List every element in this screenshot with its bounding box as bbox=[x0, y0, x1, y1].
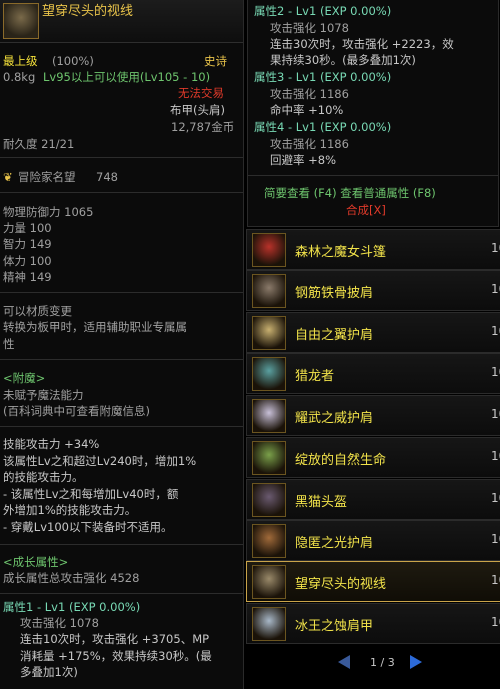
list-item-label: 森林之魔女斗篷 bbox=[295, 245, 387, 260]
item-price: 12,787金币 bbox=[171, 120, 235, 134]
prev-page-icon[interactable] bbox=[338, 655, 350, 669]
next-page-icon[interactable] bbox=[410, 655, 422, 669]
attr2-title: 属性2 - Lv1 (EXP 0.00%) bbox=[254, 4, 392, 18]
item-weight: 0.8kg bbox=[3, 70, 36, 84]
list-item-level: 10 bbox=[491, 407, 500, 421]
skill-line: 该属性Lv之和超过Lv240时，增加1% bbox=[3, 454, 197, 468]
list-item-level: 10 bbox=[491, 615, 500, 629]
list-item[interactable]: 隐匿之光护肩 10 bbox=[246, 520, 500, 561]
list-item-level: 10 bbox=[491, 573, 500, 587]
fame-icon: ❦ bbox=[3, 170, 13, 184]
item-icon bbox=[3, 3, 39, 39]
growth-header: <成长属性> bbox=[3, 555, 69, 569]
item-grade: 最上级 bbox=[3, 54, 38, 68]
list-item[interactable]: 望穿尽头的视线 10 bbox=[246, 561, 500, 602]
glory-shoulder-icon bbox=[252, 399, 286, 433]
list-item-level: 10 bbox=[491, 532, 500, 546]
stat-line: 物理防御力 1065 bbox=[3, 205, 94, 219]
durability: 耐久度 21/21 bbox=[3, 137, 75, 151]
pager: 1 / 3 bbox=[336, 655, 426, 671]
attr3-title: 属性3 - Lv1 (EXP 0.00%) bbox=[254, 70, 392, 84]
tooltip-header: 望穿尽头的视线 bbox=[0, 0, 243, 43]
attr3-line: 命中率 +10% bbox=[270, 103, 344, 117]
list-item-level: 10 bbox=[491, 282, 500, 296]
list-item-level: 10 bbox=[491, 324, 500, 338]
list-item[interactable]: 黑猫头盔 10 bbox=[246, 479, 500, 520]
ice-king-shoulder-icon bbox=[252, 607, 286, 641]
stat-line: 精神 149 bbox=[3, 270, 52, 284]
enchant-line: 未赋予魔法能力 bbox=[3, 388, 84, 402]
trade-status: 无法交易 bbox=[178, 86, 224, 100]
attr4-title: 属性4 - Lv1 (EXP 0.00%) bbox=[254, 120, 392, 134]
skill-line: 技能攻击力 +34% bbox=[3, 437, 100, 451]
attr2-line: 攻击强化 1078 bbox=[270, 21, 349, 35]
list-item[interactable]: 森林之魔女斗篷 10 bbox=[246, 229, 500, 270]
growth-total: 成长属性总攻击强化 4528 bbox=[3, 571, 140, 585]
list-item-level: 10 bbox=[491, 449, 500, 463]
nature-bloom-icon bbox=[252, 441, 286, 475]
red-cloak-icon bbox=[252, 233, 286, 267]
hint-text: 简要查看 (F4) 查看普通属性 (F8) bbox=[264, 186, 436, 200]
dragon-hunter-icon bbox=[252, 357, 286, 391]
enchant-line: (百科词典中可查看附魔信息) bbox=[3, 404, 150, 418]
list-item[interactable]: 绽放的自然生命 10 bbox=[246, 437, 500, 478]
wing-shoulder-icon bbox=[252, 316, 286, 350]
item-rarity: 史诗 bbox=[204, 54, 227, 68]
page-indicator: 1 / 3 bbox=[370, 656, 395, 669]
convert-line: 性 bbox=[3, 337, 15, 351]
enchant-header: <附魔> bbox=[3, 371, 46, 385]
attr4-line: 攻击强化 1186 bbox=[270, 137, 349, 151]
list-item-level: 10 bbox=[491, 241, 500, 255]
item-name: 望穿尽头的视线 bbox=[42, 4, 134, 19]
item-tooltip: 望穿尽头的视线 最上级 (100%) 史诗 0.8kg Lv95以上可以使用(L… bbox=[0, 0, 244, 689]
attr1-title: 属性1 - Lv1 (EXP 0.00%) bbox=[3, 600, 141, 614]
list-item-label: 黑猫头盔 bbox=[295, 495, 348, 510]
attr1-line: 多叠加1次) bbox=[20, 665, 78, 679]
attr2-line: 果持续30秒。(最多叠加1次) bbox=[270, 53, 416, 67]
attr2-line: 连击30次时，攻击强化 +2223，效 bbox=[270, 37, 454, 51]
synth-link[interactable]: 合成[X] bbox=[346, 203, 386, 218]
convert-line: 可以材质变更 bbox=[3, 304, 72, 318]
list-item-label: 自由之翼护肩 bbox=[295, 328, 374, 343]
list-item[interactable]: 钢筋铁骨披肩 10 bbox=[246, 270, 500, 311]
fame-label: 冒险家名望 bbox=[18, 170, 76, 184]
item-grade-pct: (100%) bbox=[52, 54, 94, 68]
skill-line: - 穿戴Lv100以下装备时不适用。 bbox=[3, 520, 173, 534]
attr3-line: 攻击强化 1186 bbox=[270, 87, 349, 101]
item-level-req: Lv95以上可以使用(Lv105 - 10) bbox=[43, 70, 211, 84]
stat-line: 体力 100 bbox=[3, 254, 52, 268]
list-item-label: 冰王之蚀肩甲 bbox=[295, 619, 374, 634]
gaze-end-icon bbox=[252, 565, 286, 599]
skill-line: 外增加1%的技能攻击力。 bbox=[3, 503, 137, 517]
attr4-line: 回避率 +8% bbox=[270, 153, 337, 167]
hidden-light-shoulder-icon bbox=[252, 524, 286, 558]
list-item-level: 10 bbox=[491, 365, 500, 379]
attr1-line: 连击10次时，攻击强化 +3705、MP bbox=[20, 632, 210, 646]
list-item[interactable]: 猎龙者 10 bbox=[246, 353, 500, 394]
stat-line: 力量 100 bbox=[3, 221, 52, 235]
attr1-line: 消耗量 +175%，效果持续30秒。(最 bbox=[20, 649, 212, 663]
list-item-label: 隐匿之光护肩 bbox=[295, 536, 374, 551]
skill-line: - 该属性Lv之和每增加Lv40时，额 bbox=[3, 487, 179, 501]
list-item[interactable]: 自由之翼护肩 10 bbox=[246, 312, 500, 353]
black-cat-helmet-icon bbox=[252, 483, 286, 517]
tooltip-continued: 属性2 - Lv1 (EXP 0.00%) 攻击强化 1078 连击30次时，攻… bbox=[247, 0, 499, 227]
iron-shoulder-icon bbox=[252, 274, 286, 308]
list-item-label: 望穿尽头的视线 bbox=[295, 577, 387, 592]
list-item-label: 猎龙者 bbox=[295, 369, 335, 384]
convert-line: 转换为板甲时，适用辅助职业专属属 bbox=[3, 320, 187, 334]
list-item[interactable]: 耀武之威护肩 10 bbox=[246, 395, 500, 436]
stat-line: 智力 149 bbox=[3, 237, 52, 251]
list-item[interactable]: 冰王之蚀肩甲 10 bbox=[246, 603, 500, 644]
fame-value: 748 bbox=[96, 170, 118, 184]
list-item-label: 钢筋铁骨披肩 bbox=[295, 286, 374, 301]
list-item-level: 10 bbox=[491, 491, 500, 505]
skill-line: 的技能攻击力。 bbox=[3, 470, 84, 484]
attr1-line: 攻击强化 1078 bbox=[20, 616, 99, 630]
item-slot: 布甲(头肩) bbox=[170, 103, 225, 117]
list-item-label: 耀武之威护肩 bbox=[295, 411, 374, 426]
list-item-label: 绽放的自然生命 bbox=[295, 453, 387, 468]
